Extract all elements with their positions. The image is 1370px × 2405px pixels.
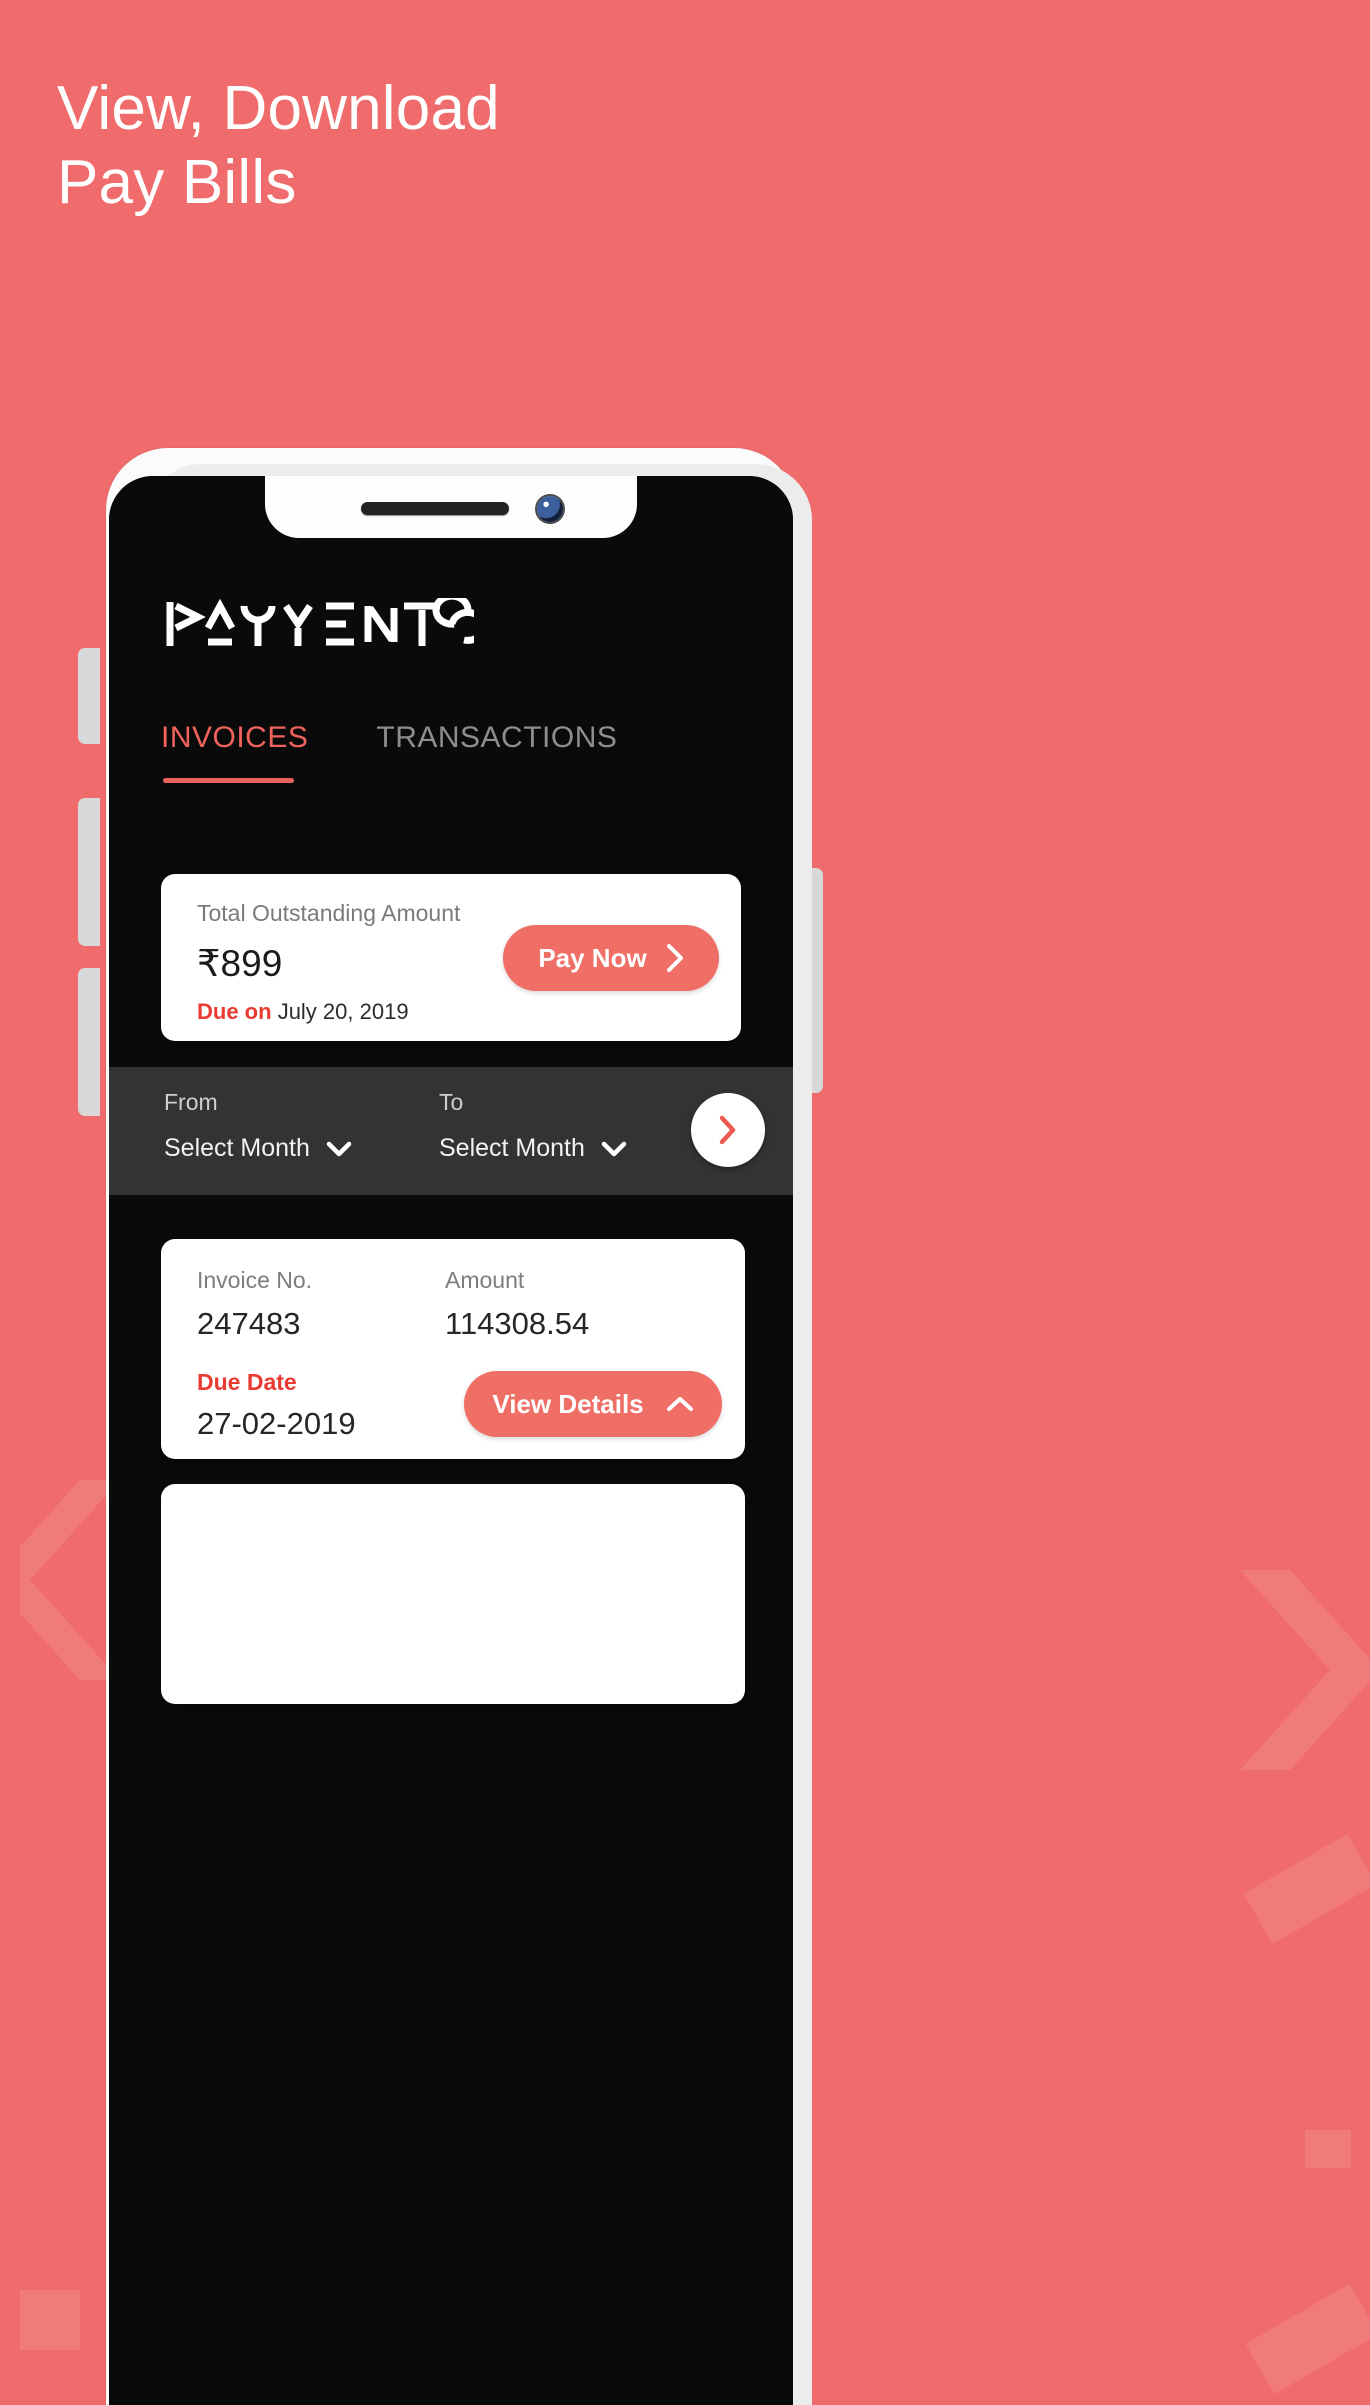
invoice-due-date-label: Due Date [197,1369,297,1395]
speaker-grill-icon [361,502,509,515]
decorative-chevron-right [1240,1570,1370,1770]
volume-down-button[interactable] [78,968,100,1116]
to-filter: To Select Month [439,1089,627,1163]
to-label: To [439,1089,464,1115]
chevron-right-icon [719,1115,736,1145]
invoice-no-label: Invoice No. [197,1267,313,1293]
pay-now-button[interactable]: Pay Now [503,925,719,991]
tab-invoices[interactable]: INVOICES [161,721,309,783]
tab-transactions[interactable]: TRANSACTIONS [376,721,617,769]
due-on-label: Due on [197,999,272,1024]
from-month-value: Select Month [164,1134,310,1162]
view-details-label: View Details [492,1388,644,1419]
phone-mockup: INVOICES TRANSACTIONS Total Outstanding … [78,448,823,2405]
to-month-value: Select Month [439,1134,585,1162]
invoice-due-date-value: 27-02-2019 [197,1406,356,1441]
pay-now-label: Pay Now [538,942,647,973]
outstanding-amount-card: Total Outstanding Amount ₹899 Due on Jul… [161,874,741,1041]
invoice-card-next [161,1484,745,1704]
decorative-square-2 [20,2290,80,2350]
decorative-square-1 [1305,2130,1351,2168]
from-month-select[interactable]: Select Month [164,1134,352,1163]
due-on-date: July 20, 2019 [277,999,409,1024]
chevron-right-icon [666,944,683,972]
phone-notch [265,476,637,538]
page-headline: View, Download Pay Bills [57,74,500,217]
chevron-down-icon [326,1141,352,1156]
from-filter: From Select Month [164,1089,352,1163]
page-root: View, Download Pay Bills INVOICES TRANSA… [0,0,1370,2405]
decorative-diamond-1 [1243,1833,1370,1945]
to-month-select[interactable]: Select Month [439,1134,627,1163]
silent-switch[interactable] [78,648,100,744]
chevron-down-icon [601,1141,627,1156]
app-viewport: INVOICES TRANSACTIONS Total Outstanding … [109,476,793,2405]
invoice-no-value: 247483 [197,1306,301,1341]
invoice-amount-label: Amount [445,1267,525,1293]
front-camera-icon [537,496,563,522]
invoice-card: Invoice No. 247483 Amount 114308.54 Due … [161,1239,745,1459]
invoice-amount-group: Amount 114308.54 [445,1267,589,1342]
from-label: From [164,1089,218,1115]
apply-filter-button[interactable] [691,1093,765,1167]
app-logo [164,598,474,650]
outstanding-due: Due on July 20, 2019 [197,999,409,1025]
outstanding-label: Total Outstanding Amount [197,900,461,926]
volume-up-button[interactable] [78,798,100,946]
invoice-amount-value: 114308.54 [445,1306,590,1341]
view-details-button[interactable]: View Details [464,1371,722,1437]
tab-bar: INVOICES TRANSACTIONS [161,721,617,783]
invoice-number-group: Invoice No. 247483 [197,1267,312,1342]
tab-transactions-label: TRANSACTIONS [376,721,618,754]
chevron-up-icon [666,1397,693,1411]
tab-invoices-label: INVOICES [161,721,309,754]
date-filter-bar: From Select Month To Select Month [109,1067,793,1195]
phone-screen: INVOICES TRANSACTIONS Total Outstanding … [109,476,793,2405]
outstanding-amount: ₹899 [197,943,283,984]
decorative-diamond-2 [1245,2283,1370,2395]
